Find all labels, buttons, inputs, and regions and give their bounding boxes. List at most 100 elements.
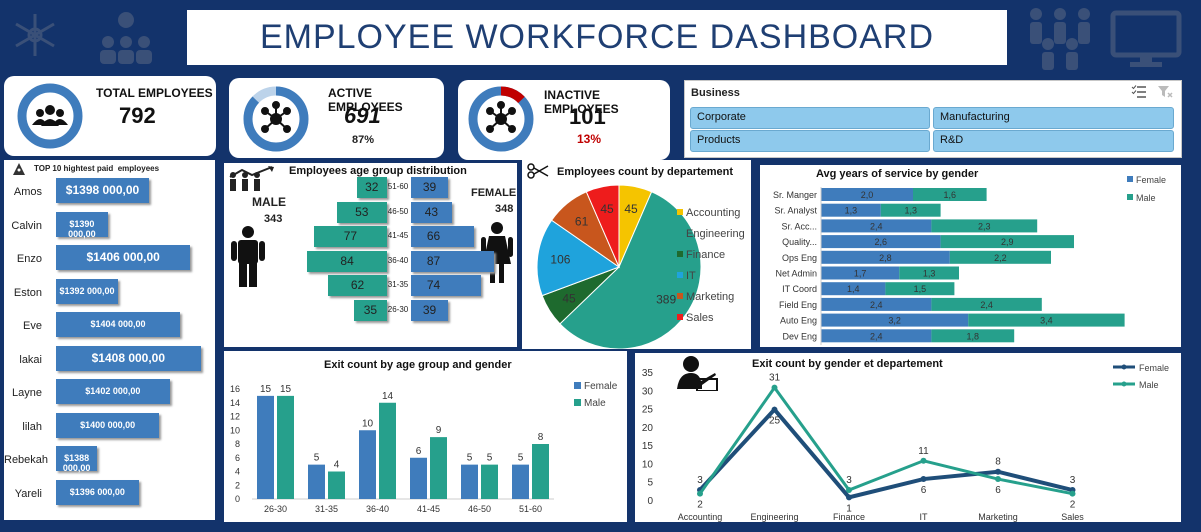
salary-label: $1396 000,00 bbox=[69, 486, 125, 497]
slicer-option-products[interactable]: Products bbox=[690, 130, 930, 152]
bar-value-label: 5 bbox=[487, 453, 493, 464]
inactive-employees-ring bbox=[468, 86, 534, 152]
bar-value-label: 6 bbox=[416, 446, 422, 457]
x-tick-label: Engineering bbox=[750, 512, 798, 522]
slicer-option-manufacturing[interactable]: Manufacturing bbox=[933, 107, 1174, 129]
point-value-label: 3 bbox=[697, 475, 703, 486]
salary-label: $1388 000,00 bbox=[62, 453, 91, 473]
male-value-label: 1,8 bbox=[967, 331, 980, 341]
bar-value-label: 14 bbox=[382, 391, 394, 402]
y-tick-label: 16 bbox=[230, 384, 240, 394]
employee-name: Eve bbox=[23, 320, 42, 332]
employee-name: lilah bbox=[22, 420, 42, 433]
legend-swatch bbox=[677, 230, 683, 236]
active-employees-pct: 87% bbox=[352, 134, 375, 146]
male-age-value: 84 bbox=[340, 253, 354, 268]
employee-name: lakai bbox=[19, 353, 42, 366]
multi-select-icon[interactable] bbox=[1131, 85, 1147, 99]
line-marker bbox=[697, 490, 703, 497]
female-value-label: 2,6 bbox=[875, 237, 888, 247]
y-tick-label: 25 bbox=[642, 405, 654, 416]
slicer-option-corporate[interactable]: Corporate bbox=[690, 107, 930, 129]
point-value-label: 3 bbox=[1070, 475, 1076, 486]
category-label: Net Admin bbox=[775, 269, 817, 279]
y-tick-label: 20 bbox=[642, 423, 654, 434]
bar-value-label: 9 bbox=[436, 425, 442, 436]
female-bar bbox=[410, 457, 427, 499]
male-value-label: 2,4 bbox=[980, 300, 993, 310]
legend-label: Male bbox=[1139, 380, 1159, 390]
category-label: Field Eng bbox=[779, 300, 817, 310]
y-tick-label: 6 bbox=[235, 453, 240, 463]
category-label: Ops Eng bbox=[782, 253, 817, 263]
pie-value-label: 45 bbox=[562, 291, 576, 305]
male-value-label: 3,4 bbox=[1040, 316, 1053, 326]
top10-panel: TOP 10 hightest paid employees Amos $1398… bbox=[4, 160, 215, 520]
pie-value-label: 45 bbox=[624, 202, 638, 216]
bar-value-label: 5 bbox=[467, 453, 473, 464]
workforce-people-icon bbox=[1030, 8, 1090, 70]
category-label: Dev Eng bbox=[782, 331, 817, 341]
male-figure-icon bbox=[231, 226, 265, 287]
male-value-label: 2,2 bbox=[994, 253, 1007, 263]
category-label: Sr. Acc... bbox=[781, 221, 817, 231]
category-label: IT Coord bbox=[782, 284, 817, 294]
age-dist-title: Employees age group distribution bbox=[289, 165, 467, 177]
exit-dept-chart: 05101520253035Accounting Engineering Finan… bbox=[642, 363, 1169, 522]
network-icon bbox=[486, 101, 516, 133]
male-total: 343 bbox=[264, 213, 283, 225]
female-age-value: 43 bbox=[424, 204, 439, 219]
salary-label: $1400 000,00 bbox=[80, 419, 136, 430]
point-value-label: 6 bbox=[921, 485, 927, 496]
growth-chart-icon bbox=[229, 166, 274, 191]
age-group-label: 36-40 bbox=[387, 255, 409, 265]
female-age-value: 74 bbox=[426, 278, 441, 292]
total-employees-ring bbox=[17, 83, 83, 149]
exit-age-chart: 0 2 4 6 8 10 12 14 16 15 15 26-30 5 4 31-35 10 14 36-40 6 9… bbox=[230, 381, 618, 514]
salary-label: $1390 000,00 bbox=[68, 218, 96, 239]
male-age-value: 35 bbox=[363, 302, 378, 317]
line-marker bbox=[771, 406, 778, 413]
female-value-label: 2,4 bbox=[870, 300, 883, 310]
category-label: Quality... bbox=[782, 237, 817, 247]
dept-pie-panel: Employees count by departement 45 389 45 10… bbox=[522, 160, 751, 349]
line-marker bbox=[995, 468, 1001, 475]
clear-filter-icon[interactable] bbox=[1157, 85, 1173, 99]
legend-label: Sales bbox=[686, 312, 714, 324]
legend-swatch bbox=[574, 399, 581, 406]
slicer-option-rnd[interactable]: R&D bbox=[933, 130, 1174, 152]
y-tick-label: 10 bbox=[642, 459, 654, 470]
inactive-employees-value: 101 bbox=[569, 104, 606, 129]
kpi-inactive-employees: INACTIVE EMPLOYEES 101 13% bbox=[458, 80, 670, 160]
female-value-label: 2,0 bbox=[861, 190, 874, 200]
legend-swatch bbox=[677, 251, 683, 257]
female-value-label: 2,4 bbox=[870, 331, 883, 341]
female-value-label: 2,8 bbox=[879, 253, 892, 263]
salary-label: $1408 000,00 bbox=[91, 350, 166, 365]
monitor-icon bbox=[1110, 10, 1182, 67]
male-age-value: 62 bbox=[350, 278, 365, 292]
trophy-icon bbox=[13, 163, 25, 175]
male-bar bbox=[481, 464, 498, 499]
bar-value-label: 4 bbox=[334, 460, 340, 471]
kpi-active-employees: ACTIVE EMPLOYEES 691 87% bbox=[229, 78, 444, 158]
x-tick-label: Sales bbox=[1061, 512, 1084, 522]
category-label: Sr. Analyst bbox=[774, 206, 817, 216]
legend-label: Female bbox=[1139, 363, 1169, 373]
legend-swatch bbox=[677, 314, 683, 320]
salary-label: $1402 000,00 bbox=[85, 386, 141, 396]
male-value-label: 2,9 bbox=[1001, 237, 1014, 247]
category-label: Sr. Manger bbox=[773, 190, 817, 200]
employee-name: Enzo bbox=[16, 253, 42, 265]
bar-value-label: 8 bbox=[538, 432, 544, 443]
legend-label: IT bbox=[686, 270, 696, 282]
female-bar bbox=[359, 430, 376, 499]
page-title: EMPLOYEE WORKFORCE DASHBOARD bbox=[259, 18, 935, 56]
avg-service-panel: Avg years of service by gender Sr. Mange… bbox=[760, 165, 1181, 347]
point-value-label: 2 bbox=[697, 500, 703, 511]
salary-label: $1398 000,00 bbox=[65, 183, 140, 197]
snowflake-icon bbox=[15, 14, 55, 56]
bar-value-label: 5 bbox=[518, 453, 524, 464]
female-value-label: 1,7 bbox=[854, 269, 867, 279]
female-bar bbox=[461, 464, 478, 499]
